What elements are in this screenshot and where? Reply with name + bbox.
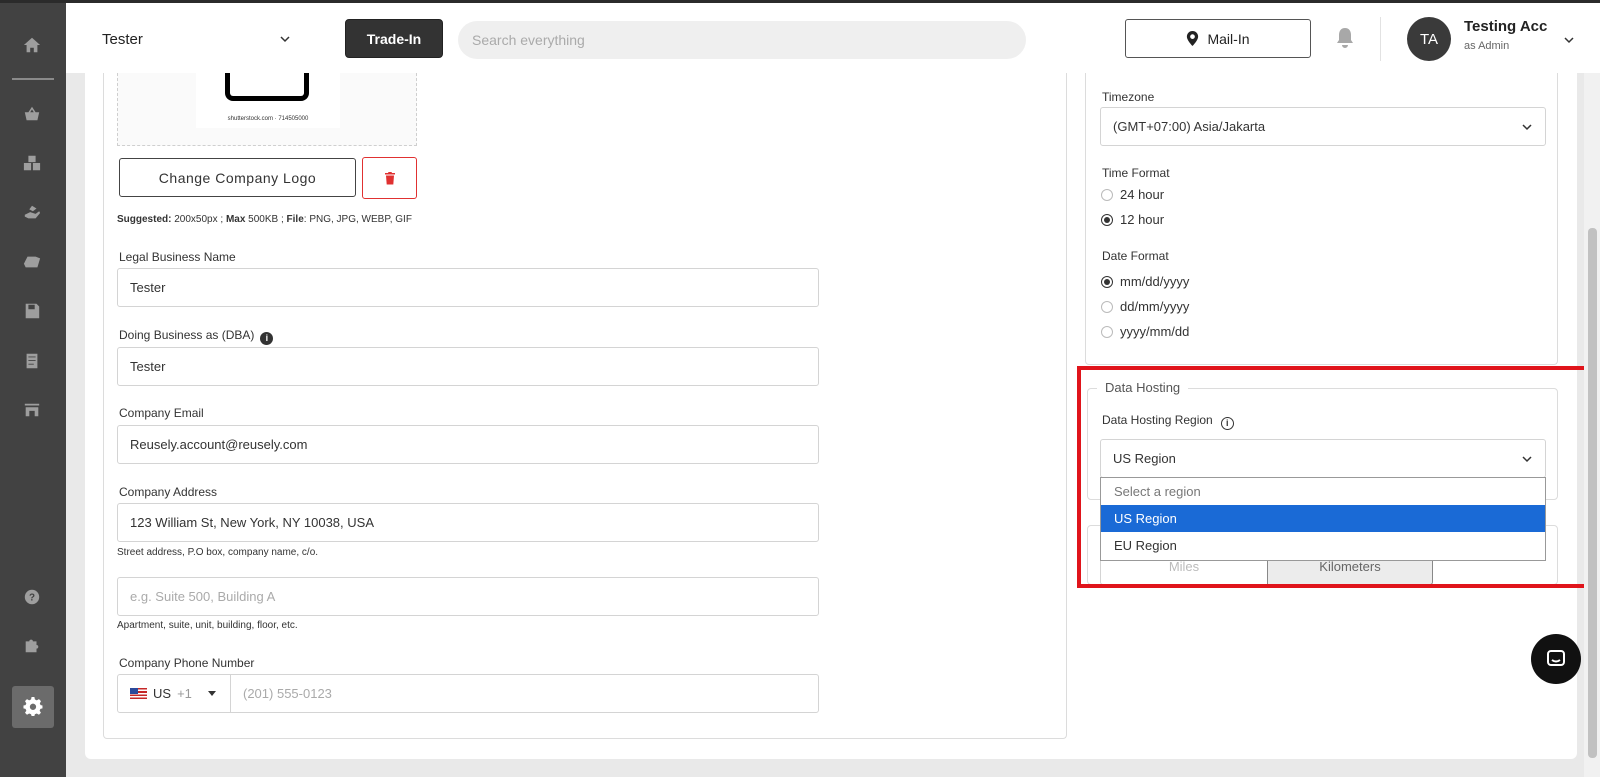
company-name: Tester [102,30,143,48]
phone-code: +1 [177,686,192,701]
radio-button[interactable] [1101,213,1113,226]
home-icon[interactable] [21,34,43,56]
logo-caption: shutterstock.com · 714505000 [227,116,309,122]
svg-text:?: ? [29,593,35,604]
date-format-option[interactable]: mm/dd/yyyy [1101,274,1189,289]
gear-icon[interactable] [12,686,54,728]
timezone-select[interactable]: (GMT+07:00) Asia/Jakarta [1100,107,1546,146]
company-logo-preview: shutterstock.com · 714505000 [117,73,417,146]
date-format-mdy-label: mm/dd/yyyy [1120,274,1190,289]
user-name: Testing Acc [1464,18,1548,35]
date-format-option[interactable]: dd/mm/yyyy [1101,299,1189,314]
us-flag-icon [130,688,147,699]
mail-in-button[interactable]: Mail-In [1125,19,1311,58]
date-format-option[interactable]: yyyy/mm/dd [1101,324,1189,339]
time-format-24-label: 24 hour [1120,187,1165,202]
hand-icon[interactable] [21,202,43,224]
phone-label: Company Phone Number [119,656,255,670]
top-header: Tester Trade-In Mail-In TA Testing Acc a… [66,3,1600,73]
address-line2-input[interactable]: e.g. Suite 500, Building A [117,577,819,616]
basket-icon[interactable] [21,103,43,125]
phone-number-input[interactable]: (201) 555-0123 [243,675,332,712]
help-icon[interactable]: ? [21,586,43,608]
company-email-label: Company Email [119,406,204,420]
logo-upload-hint: Suggested: 200x50px ; Max 500KB ; File: … [117,214,412,225]
radio-button[interactable] [1101,300,1113,313]
radio-button[interactable] [1101,188,1113,201]
scrollbar-thumb[interactable] [1588,228,1597,758]
info-icon[interactable]: i [260,331,274,345]
company-address-input[interactable]: 123 William St, New York, NY 10038, USA [117,503,819,542]
date-format-dmy-label: dd/mm/yyyy [1120,299,1190,314]
radio-button[interactable] [1101,275,1113,288]
chevron-down-icon [280,36,290,43]
legal-name-label: Legal Business Name [119,250,236,264]
company-email-input[interactable]: Reusely.account@reusely.com [117,425,819,464]
header-divider [1380,17,1381,61]
avatar[interactable]: TA [1407,17,1451,61]
chevron-down-icon [1522,124,1532,131]
bell-icon[interactable] [1335,27,1357,51]
dba-input[interactable]: Tester [117,347,819,386]
puzzle-icon[interactable] [21,634,43,656]
chat-launcher-button[interactable] [1531,634,1581,684]
search-input[interactable] [458,21,1026,59]
change-logo-button[interactable]: Change Company Logo [119,158,356,197]
time-format-option[interactable]: 12 hour [1101,212,1164,227]
chat-icon [1547,650,1565,666]
save-icon[interactable] [21,300,43,322]
radio-button[interactable] [1101,325,1113,338]
timezone-value: (GMT+07:00) Asia/Jakarta [1113,119,1266,134]
document-icon[interactable] [21,350,43,372]
country-code-select[interactable]: US +1 [118,675,231,712]
address-line2-hint: Apartment, suite, unit, building, floor,… [117,620,298,631]
highlight-box [1077,366,1590,588]
delete-logo-button[interactable] [362,157,417,199]
trade-in-button[interactable]: Trade-In [345,19,443,58]
time-format-12-label: 12 hour [1120,212,1165,227]
time-format-option[interactable]: 24 hour [1101,187,1164,202]
company-selector[interactable]: Tester [102,25,292,53]
truck-icon[interactable] [21,251,43,273]
address-hint: Street address, P.O box, company name, c… [117,547,319,558]
location-pin-icon [1187,31,1199,46]
sidebar: ? [0,3,66,777]
boxes-icon[interactable] [21,152,43,174]
store-icon[interactable] [21,399,43,421]
company-address-label: Company Address [119,485,218,499]
sidebar-divider [12,78,54,80]
timezone-label: Timezone [1102,90,1155,104]
caret-down-icon [208,691,216,696]
date-format-label: Date Format [1102,249,1169,263]
legal-name-input[interactable]: Tester [117,268,819,307]
phone-field: US +1 (201) 555-0123 [117,674,819,713]
time-format-label: Time Format [1102,166,1170,180]
logo-image: shutterstock.com · 714505000 [196,73,340,128]
date-format-ymd-label: yyyy/mm/dd [1120,324,1190,339]
trash-icon [384,172,395,185]
phone-country: US [153,686,172,701]
user-role: as Admin [1464,40,1510,52]
dba-label: Doing Business as (DBA) i [119,328,274,345]
chevron-down-icon[interactable] [1562,33,1576,47]
mail-in-label: Mail-In [1207,30,1250,47]
logo-shape [225,73,309,101]
